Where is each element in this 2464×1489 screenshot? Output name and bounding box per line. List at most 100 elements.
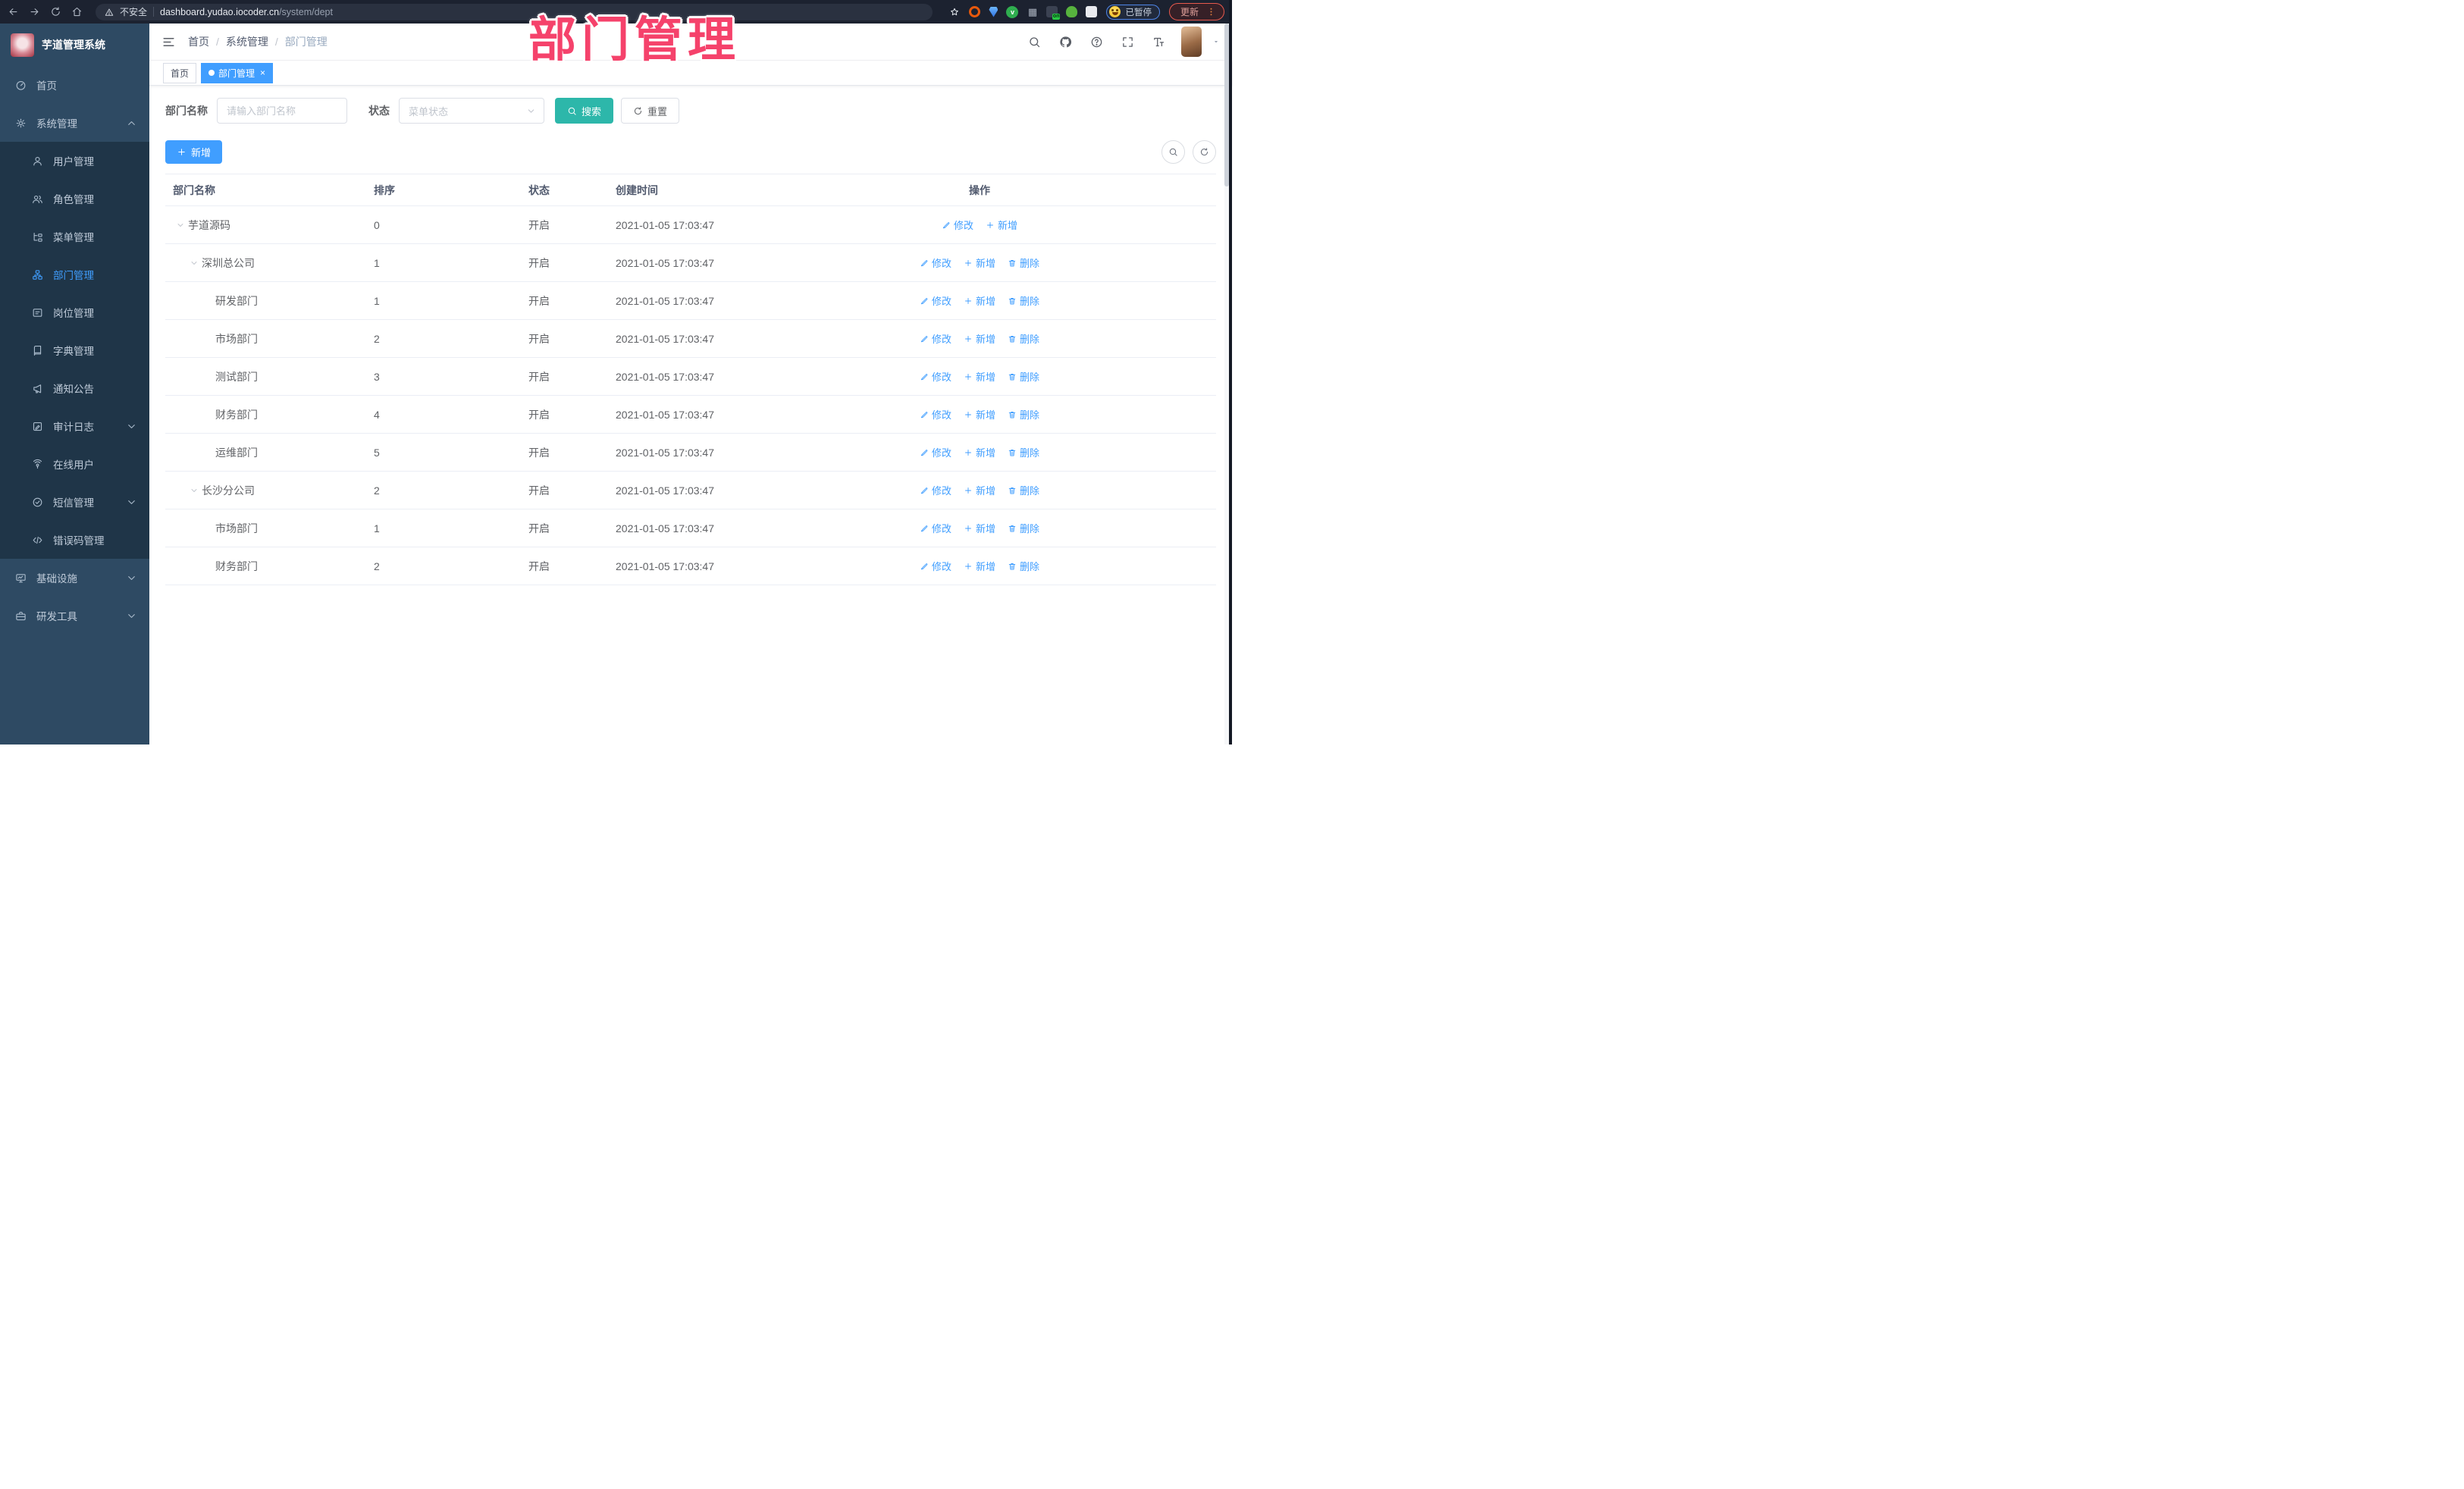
delete-link[interactable]: 删除 [1008,293,1039,308]
sidebar-item-code[interactable]: 错误码管理 [0,521,149,559]
breadcrumb-home[interactable]: 首页 [188,34,209,49]
modify-link[interactable]: 修改 [920,255,951,270]
modify-link[interactable]: 修改 [920,407,951,422]
fullscreen-icon[interactable] [1114,29,1140,55]
sidebar-item-notice[interactable]: 通知公告 [0,369,149,407]
sidebar-item-dashboard[interactable]: 首页 [0,66,149,104]
status-select[interactable]: 菜单状态 [399,98,544,124]
address-bar[interactable]: 不安全 dashboard.yudao.iocoder.cn/system/de… [96,3,933,20]
modify-link[interactable]: 修改 [920,369,951,384]
sidebar-item-tools[interactable]: 研发工具 [0,597,149,635]
orange-ring-extension-icon[interactable] [969,6,981,17]
sidebar-item-audit[interactable]: 审计日志 [0,407,149,445]
reload-icon[interactable] [50,6,61,17]
forward-icon[interactable] [29,6,40,17]
github-icon[interactable] [1052,29,1078,55]
tag-close-icon[interactable]: × [260,68,265,77]
tag-home[interactable]: 首页 [163,62,197,83]
modify-link[interactable]: 修改 [920,559,951,573]
blue-gem-extension-icon[interactable] [989,6,998,17]
add-link[interactable]: 新增 [986,218,1017,232]
delete-link[interactable]: 删除 [1008,483,1039,497]
delete-link[interactable]: 删除 [1008,331,1039,346]
puzzle-extension-icon[interactable] [1086,6,1098,17]
table-row: 芋道源码 0 开启 2021-01-05 17:03:47 修改 新增 [165,206,1216,244]
status-cell: 开启 [528,370,550,383]
tree-expand-caret-icon[interactable] [190,259,199,268]
font-size-icon[interactable] [1146,29,1171,55]
sidebar-item-label: 岗位管理 [53,308,94,319]
created-time-cell: 2021-01-05 17:03:47 [616,256,714,269]
sidebar-item-user[interactable]: 用户管理 [0,142,149,180]
sidebar-item-gear[interactable]: 系统管理 [0,104,149,142]
add-link[interactable]: 新增 [964,255,995,270]
modify-link[interactable]: 修改 [920,445,951,459]
home-icon[interactable] [71,6,83,17]
operations-cell: 修改 新增 删除 [881,293,1078,308]
delete-link[interactable]: 删除 [1008,407,1039,422]
created-time-cell: 2021-01-05 17:03:47 [616,560,714,572]
add-link[interactable]: 新增 [964,483,995,497]
sidebar-item-dict[interactable]: 字典管理 [0,331,149,369]
add-link[interactable]: 新增 [964,559,995,573]
sidebar-item-menutree[interactable]: 菜单管理 [0,218,149,255]
green-check-extension-icon[interactable]: v [1006,5,1019,18]
add-link[interactable]: 新增 [964,293,995,308]
toggle-search-button[interactable] [1161,140,1185,164]
add-button[interactable]: 新增 [165,140,223,164]
operations-cell: 修改 新增 删除 [881,331,1078,346]
modify-link[interactable]: 修改 [942,218,973,232]
add-link[interactable]: 新增 [964,407,995,422]
sidebar-item-label: 菜单管理 [53,232,94,243]
add-link[interactable]: 新增 [964,331,995,346]
plus-icon [964,259,973,268]
created-time-cell: 2021-01-05 17:03:47 [616,218,714,231]
delete-link[interactable]: 删除 [1008,445,1039,459]
sidebar-item-users[interactable]: 角色管理 [0,180,149,218]
modify-link[interactable]: 修改 [920,331,951,346]
delete-link[interactable]: 删除 [1008,559,1039,573]
refresh-table-button[interactable] [1193,140,1216,164]
back-icon[interactable] [8,6,19,17]
dept-name-input[interactable] [217,98,347,124]
reset-button[interactable]: 重置 [621,98,680,124]
modify-link[interactable]: 修改 [920,521,951,535]
add-link[interactable]: 新增 [964,521,995,535]
tag-dept-active[interactable]: 部门管理 × [201,62,274,83]
search-icon[interactable] [1021,29,1047,55]
sidebar-item-online[interactable]: 在线用户 [0,445,149,483]
kebab-menu-icon[interactable] [1206,7,1216,17]
breadcrumb-system[interactable]: 系统管理 [226,34,268,49]
sidebar-item-infra[interactable]: 基础设施 [0,559,149,597]
add-link[interactable]: 新增 [964,369,995,384]
sidebar-item-sms[interactable]: 短信管理 [0,483,149,521]
on-badge-extension-icon[interactable]: on [1046,6,1061,20]
bookmark-star-icon[interactable] [949,7,960,17]
trash-icon [1008,524,1017,533]
op-label: 删除 [1020,447,1040,459]
user-avatar[interactable] [1181,27,1202,57]
sidebar-item-dept[interactable]: 部门管理 [0,255,149,293]
sidebar: 芋道管理系统 首页 系统管理 用户管理 角色管理菜单管理部门管理岗位管理字典管理 通知公… [0,24,149,744]
app-logo-link[interactable]: 芋道管理系统 [0,24,149,66]
browser-update-button[interactable]: 更新 [1168,3,1224,20]
paused-extension-pill[interactable]: 已暂停 [1106,4,1160,20]
modify-link[interactable]: 修改 [920,293,951,308]
search-button[interactable]: 搜索 [555,98,614,124]
delete-link[interactable]: 删除 [1008,255,1039,270]
dept-name: 深圳总公司 [202,256,255,269]
tree-expand-caret-icon[interactable] [190,486,199,495]
hamburger-icon[interactable] [161,35,176,49]
green-bot-extension-icon[interactable] [1066,6,1078,17]
help-icon[interactable] [1083,29,1109,55]
paused-label: 已暂停 [1125,8,1152,17]
delete-link[interactable]: 删除 [1008,369,1039,384]
tree-expand-caret-icon[interactable] [176,221,185,230]
grid-extension-icon[interactable]: ▦ [1027,6,1038,17]
sidebar-item-post[interactable]: 岗位管理 [0,293,149,331]
delete-link[interactable]: 删除 [1008,521,1039,535]
avatar-caret-down-icon[interactable] [1212,38,1220,45]
window-edge [1229,0,1232,744]
modify-link[interactable]: 修改 [920,483,951,497]
add-link[interactable]: 新增 [964,445,995,459]
